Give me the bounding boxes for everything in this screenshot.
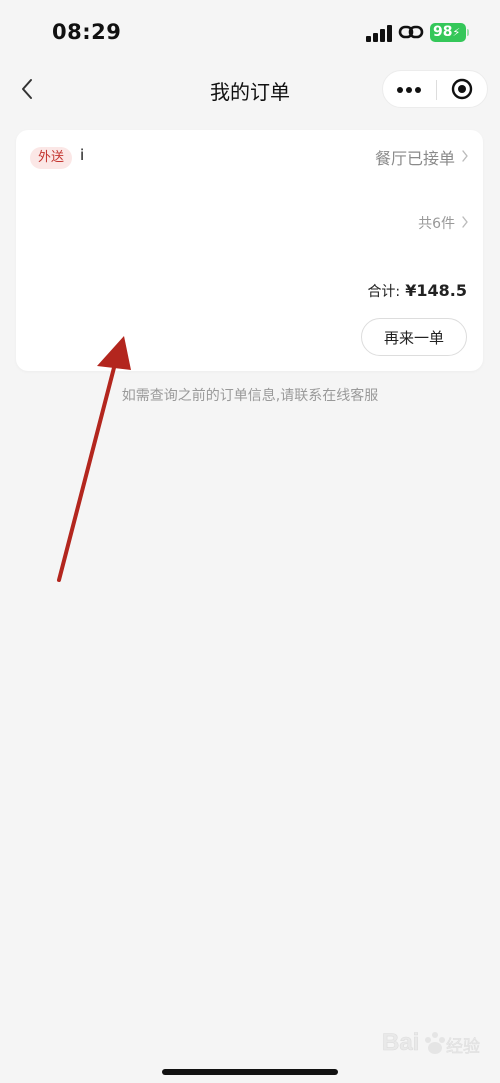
signal-icon xyxy=(366,24,392,42)
battery-icon: 98⚡ xyxy=(430,23,469,42)
store-name: i xyxy=(80,146,85,164)
total-label: 合计: xyxy=(367,284,401,300)
svg-text:Bai: Bai xyxy=(382,1029,419,1056)
mini-program-capsule xyxy=(382,70,488,108)
reorder-button[interactable]: 再来一单 xyxy=(361,318,467,356)
capsule-divider xyxy=(436,80,437,100)
target-icon[interactable] xyxy=(451,78,473,100)
baidu-watermark-logo: Bai 经验 xyxy=(382,1029,480,1058)
order-card[interactable]: 外送 i 餐厅已接单 共6件 合计: ¥148.5 再来一单 xyxy=(16,130,483,371)
status-bar: 08:29 98⚡ xyxy=(0,0,500,62)
link-icon xyxy=(398,25,424,39)
item-count[interactable]: 共6件 xyxy=(418,213,455,233)
status-time: 08:29 xyxy=(52,20,122,44)
more-dots-icon[interactable] xyxy=(397,87,421,93)
nav-bar: 我的订单 xyxy=(0,62,500,116)
order-status[interactable]: 餐厅已接单 xyxy=(375,145,455,169)
footer-hint: 如需查询之前的订单信息,请联系在线客服 xyxy=(121,388,379,404)
battery-level: 98 xyxy=(433,24,453,40)
total-amount: ¥148.5 xyxy=(405,281,467,300)
svg-text:经验: 经验 xyxy=(446,1037,480,1057)
chevron-right-icon[interactable] xyxy=(461,149,469,163)
home-indicator xyxy=(162,1069,338,1075)
order-total: 合计: ¥148.5 xyxy=(367,281,467,301)
delivery-badge: 外送 xyxy=(30,147,73,169)
chevron-right-icon[interactable] xyxy=(461,215,469,229)
